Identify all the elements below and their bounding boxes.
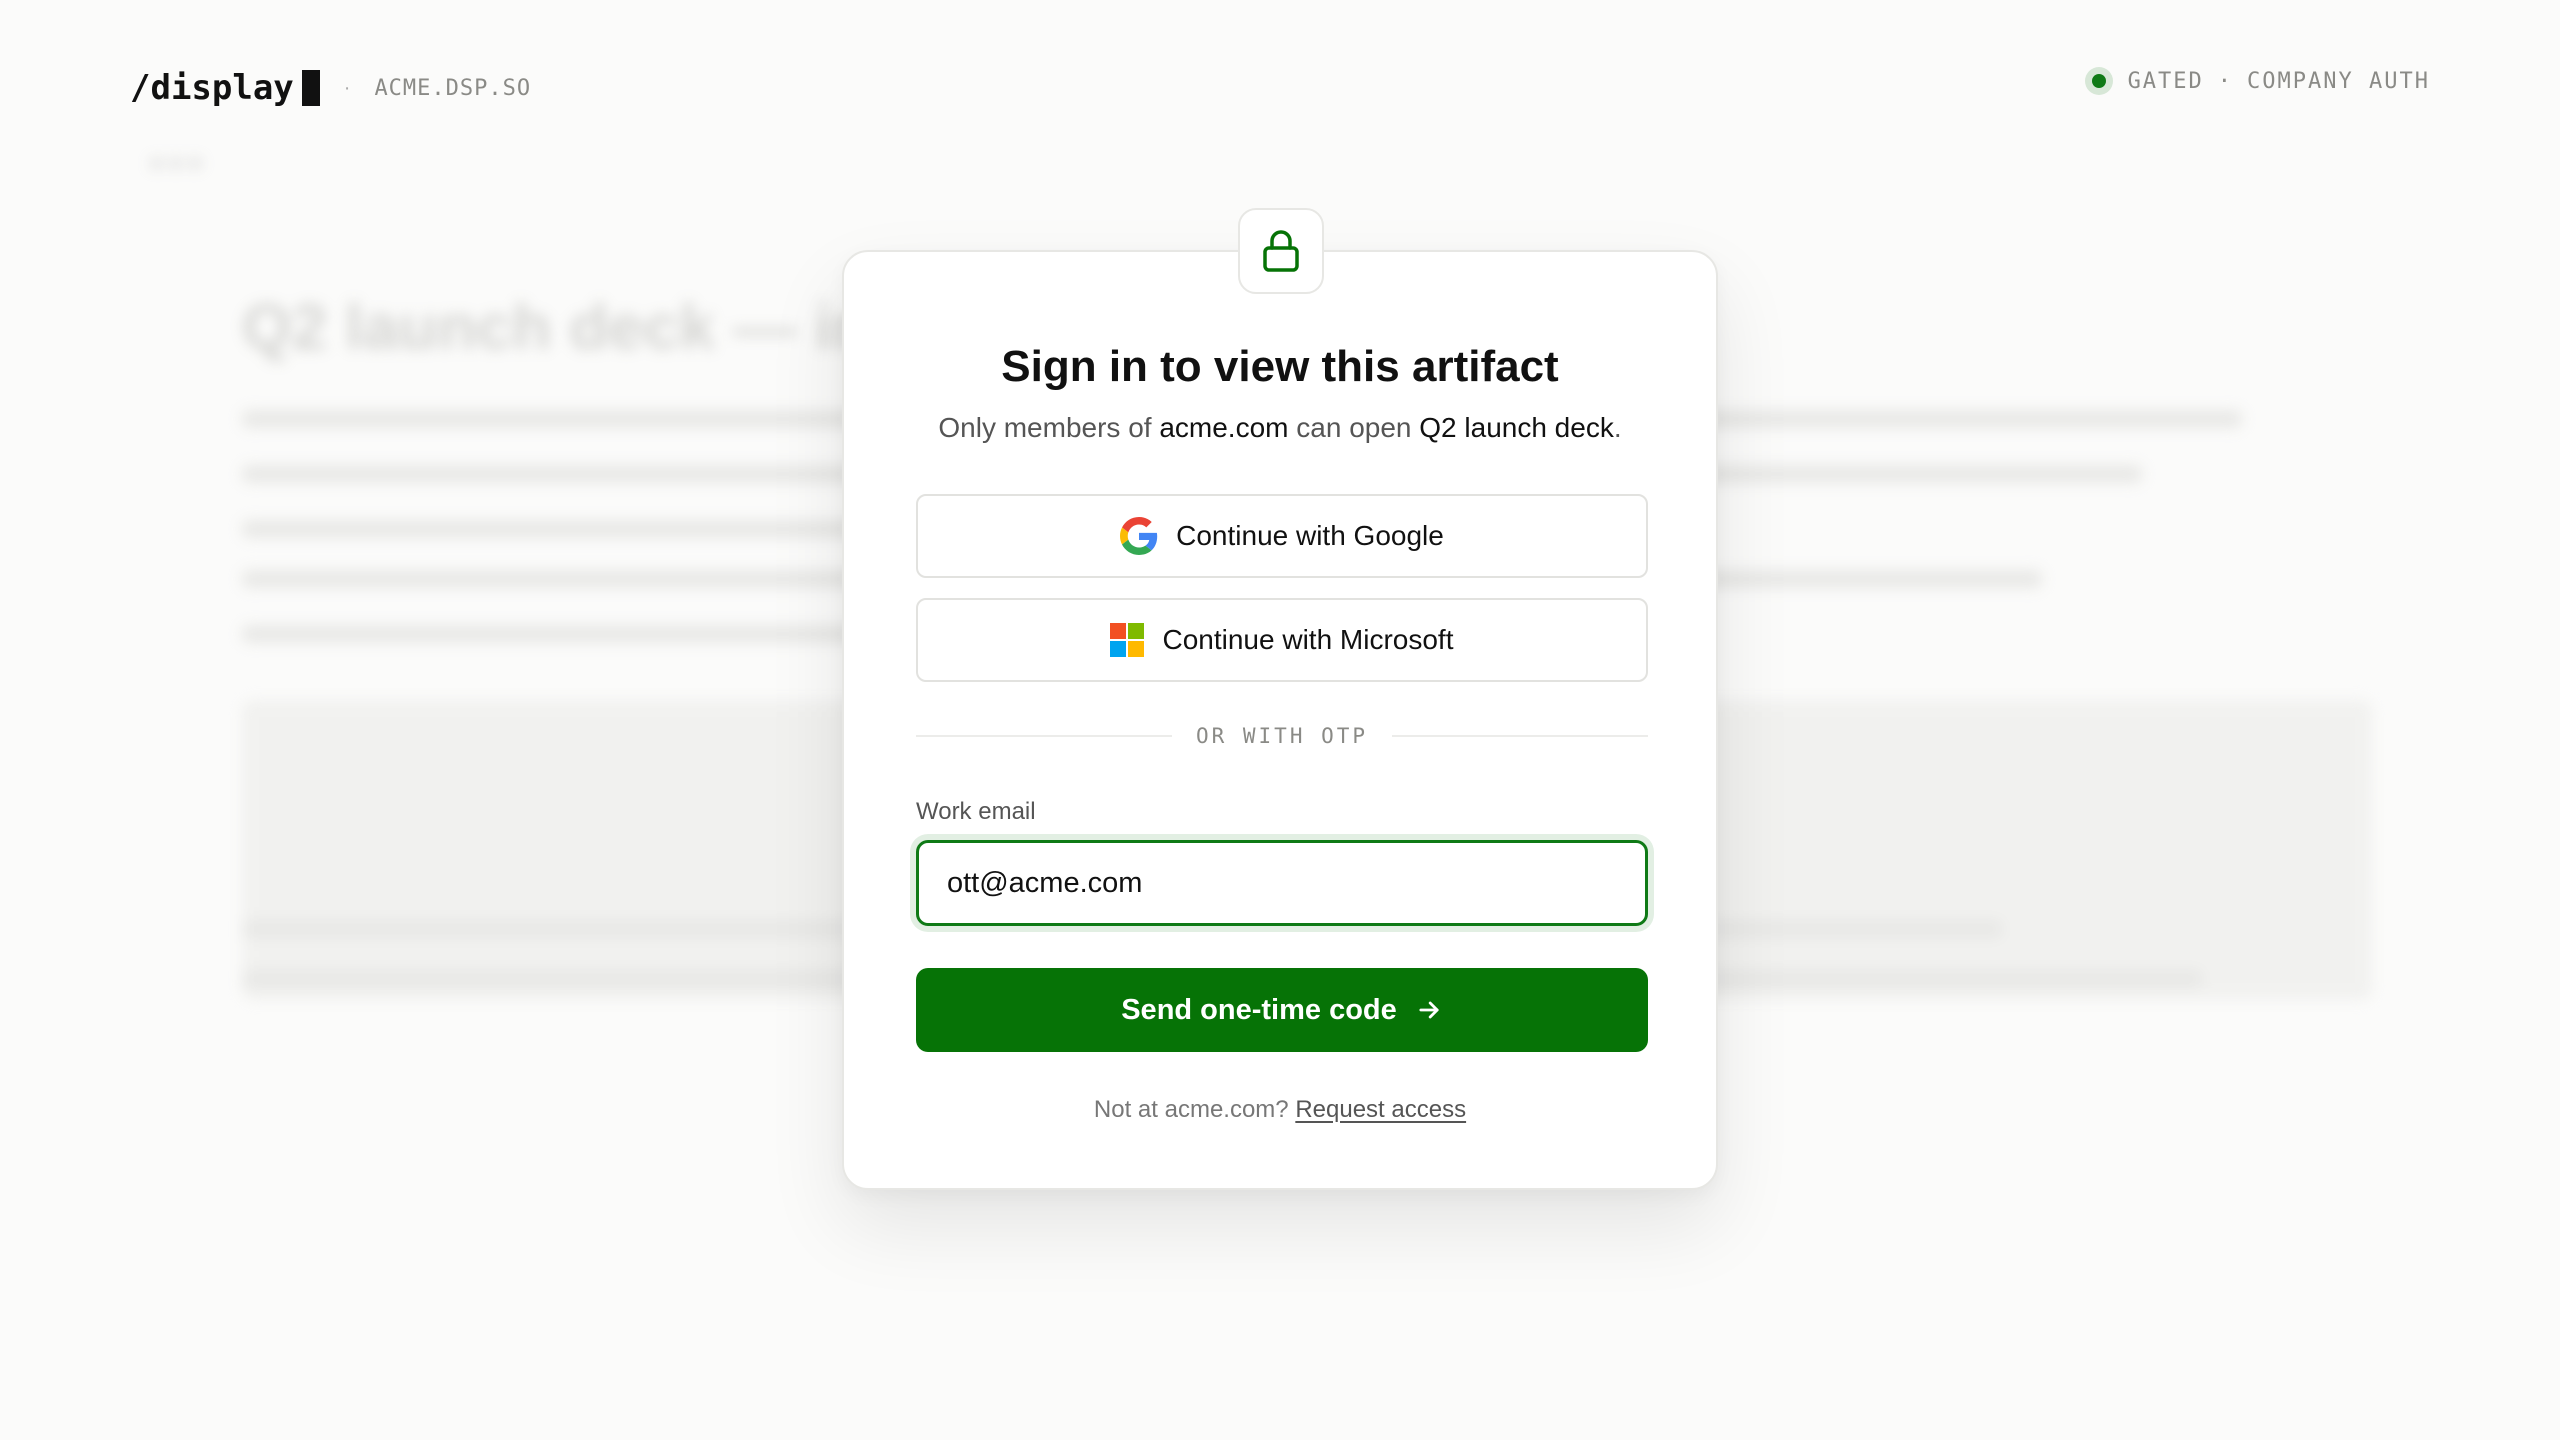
modal-title: Sign in to view this artifact bbox=[1001, 342, 1559, 391]
subtitle-prefix: Only members of bbox=[938, 412, 1152, 443]
lock-badge bbox=[1238, 208, 1324, 294]
continue-with-microsoft-button[interactable]: Continue with Microsoft bbox=[916, 598, 1648, 682]
workspace-domain: ACME.DSP.SO bbox=[374, 75, 532, 101]
divider-rule bbox=[1392, 735, 1649, 737]
status-separator: · bbox=[2217, 68, 2234, 94]
request-access-link[interactable]: Request access bbox=[1295, 1096, 1466, 1123]
background-title: Q2 launch deck — in bbox=[242, 291, 872, 363]
email-field-label: Work email bbox=[916, 798, 1036, 825]
arrow-right-icon bbox=[1419, 1001, 1439, 1019]
status-label: GATED bbox=[2127, 68, 2204, 94]
brand: /display · ACME.DSP.SO bbox=[130, 68, 531, 108]
otp-divider: OR WITH OTP bbox=[916, 724, 1649, 748]
modal-subtitle: Only members of acme.com can open Q2 lau… bbox=[844, 412, 1716, 444]
divider-label: OR WITH OTP bbox=[1195, 724, 1369, 748]
google-button-label: Continue with Google bbox=[1176, 520, 1444, 551]
status-mode: COMPANY AUTH bbox=[2247, 68, 2430, 94]
logo[interactable]: /display bbox=[130, 68, 320, 108]
work-email-input[interactable] bbox=[916, 840, 1648, 926]
top-bar: /display · ACME.DSP.SO GATED · COMPANY A… bbox=[130, 62, 2430, 114]
page: ■ ■ ■ Q2 launch deck — in /display · ACM… bbox=[0, 0, 2560, 1440]
logo-text: /display bbox=[130, 68, 294, 108]
microsoft-icon bbox=[1110, 623, 1145, 657]
divider-rule bbox=[916, 735, 1172, 737]
continue-with-google-button[interactable]: Continue with Google bbox=[916, 494, 1648, 578]
lock-icon bbox=[1263, 230, 1299, 272]
request-access-note: Not at acme.com? Request access bbox=[844, 1096, 1716, 1124]
subtitle-domain: acme.com bbox=[1159, 412, 1289, 443]
header-separator: · bbox=[343, 76, 351, 99]
cursor-block-icon bbox=[301, 70, 320, 106]
subtitle-artifact: Q2 launch deck bbox=[1419, 412, 1614, 443]
status-dot-icon bbox=[2091, 74, 2106, 88]
footer-prefix: Not at acme.com? bbox=[1093, 1096, 1289, 1123]
google-icon bbox=[1120, 517, 1158, 555]
access-status: GATED · COMPANY AUTH bbox=[2091, 68, 2430, 94]
subtitle-middle: can open bbox=[1296, 412, 1412, 443]
send-one-time-code-button[interactable]: Send one-time code bbox=[916, 968, 1648, 1052]
subtitle-suffix: . bbox=[1613, 412, 1622, 443]
microsoft-button-label: Continue with Microsoft bbox=[1162, 624, 1454, 655]
send-code-label: Send one-time code bbox=[1121, 993, 1397, 1026]
sign-in-modal: Sign in to view this artifact Only membe… bbox=[842, 208, 1718, 1190]
background-breadcrumb: ■ ■ ■ bbox=[150, 150, 203, 175]
